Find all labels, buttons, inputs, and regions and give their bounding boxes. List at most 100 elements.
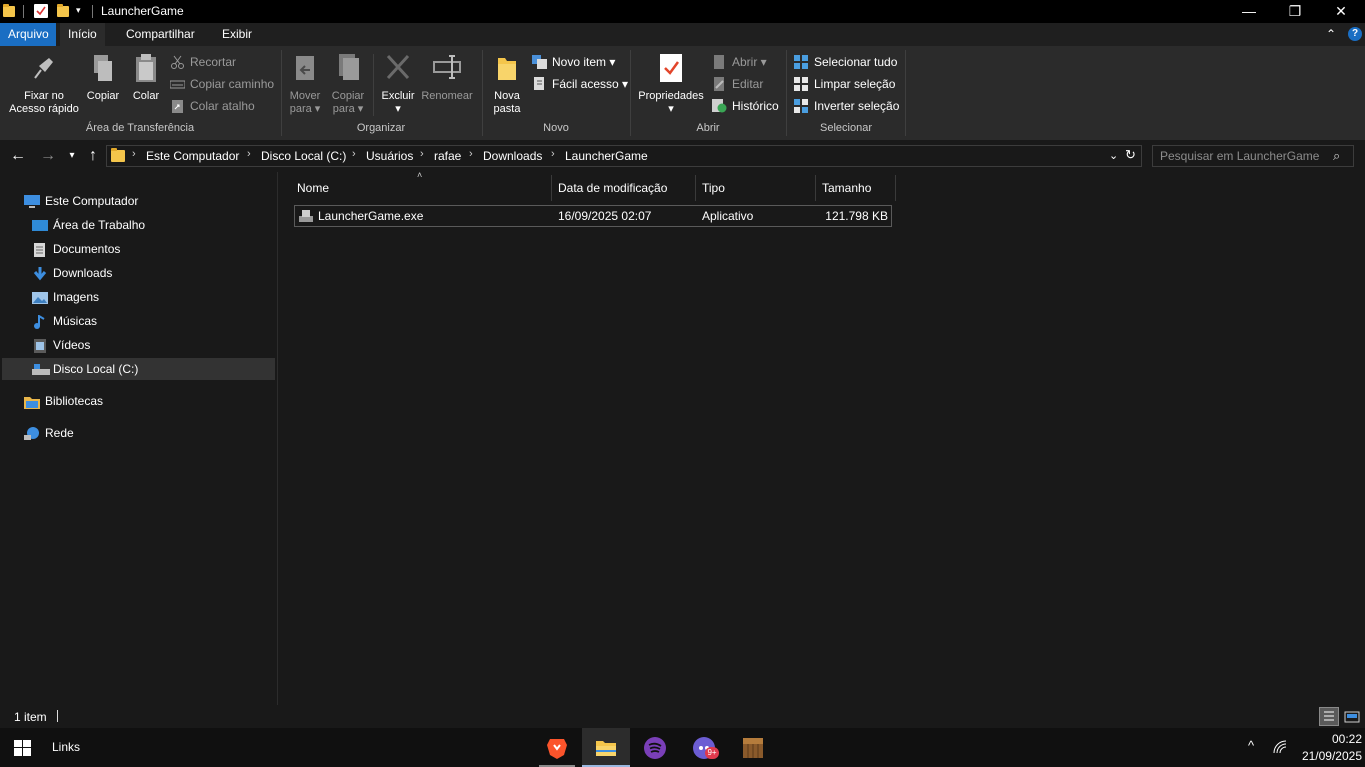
tab-exibir[interactable]: Exibir xyxy=(214,23,260,46)
restore-button[interactable]: ❐ xyxy=(1272,0,1318,23)
sidebar-item-disco-local[interactable]: Disco Local (C:) xyxy=(2,358,275,380)
show-hidden-icons-chevron-icon[interactable]: ^ xyxy=(1248,738,1254,753)
forward-arrow-icon: → xyxy=(40,147,56,164)
sidebar-item-imagens[interactable]: Imagens xyxy=(30,286,275,308)
select-none-button[interactable]: Limpar seleção xyxy=(794,75,895,93)
tab-inicio[interactable]: Início xyxy=(60,23,105,46)
breadcrumb-usuarios[interactable]: Usuários xyxy=(366,149,413,163)
sidebar-item-videos[interactable]: Vídeos xyxy=(30,334,275,356)
breadcrumb-separator-icon[interactable]: › xyxy=(352,148,356,160)
delete-button[interactable]: Excluir ▾ xyxy=(378,52,418,116)
breadcrumb-rafae[interactable]: rafae xyxy=(434,149,461,163)
edit-button[interactable]: Editar xyxy=(712,75,763,93)
search-input[interactable] xyxy=(1160,149,1330,163)
select-all-button[interactable]: Selecionar tudo xyxy=(794,53,897,71)
clock-time[interactable]: 00:22 xyxy=(1300,732,1362,746)
breadcrumb-separator-icon[interactable]: › xyxy=(247,148,251,160)
libraries-icon xyxy=(24,394,40,409)
easy-access-button[interactable]: Fácil acesso ▾ xyxy=(532,75,628,93)
sidebar-item-label: Documentos xyxy=(53,242,121,256)
forward-button[interactable]: → xyxy=(38,146,58,166)
breadcrumb-separator-icon[interactable]: › xyxy=(132,148,136,160)
copy-path-button[interactable]: Copiar caminho xyxy=(169,75,274,93)
folder-icon xyxy=(111,148,125,162)
address-bar[interactable]: › Este Computador › Disco Local (C:) › U… xyxy=(106,145,1142,167)
close-button[interactable]: ✕ xyxy=(1318,0,1364,23)
breadcrumb-downloads[interactable]: Downloads xyxy=(483,149,542,163)
paste-shortcut-button[interactable]: Colar atalho xyxy=(170,97,255,115)
taskbar-minecraft[interactable] xyxy=(729,728,777,767)
breadcrumb-separator-icon[interactable]: › xyxy=(551,148,555,160)
collapse-ribbon-icon[interactable]: ⌃ xyxy=(1326,27,1336,41)
paste-button[interactable]: Colar xyxy=(127,52,165,103)
pin-quick-access-button[interactable]: Fixar no Acesso rápido xyxy=(6,52,82,116)
sidebar-item-musicas[interactable]: Músicas xyxy=(30,310,275,332)
sidebar-item-bibliotecas[interactable]: Bibliotecas xyxy=(22,390,272,412)
move-to-label: Mover para ▾ xyxy=(289,90,321,115)
refresh-icon[interactable]: ↻ xyxy=(1125,147,1136,163)
column-header-type[interactable]: Tipo xyxy=(696,175,815,201)
properties-button[interactable]: Propriedades ▾ xyxy=(636,52,706,116)
divider xyxy=(57,710,58,722)
taskbar-discord[interactable]: 9+ xyxy=(680,728,728,767)
copy-button[interactable]: Copiar xyxy=(84,52,122,103)
invert-selection-button[interactable]: Inverter seleção xyxy=(794,97,899,115)
sidebar-item-rede[interactable]: Rede xyxy=(22,422,272,444)
taskbar-file-explorer[interactable] xyxy=(582,728,630,767)
start-button[interactable] xyxy=(14,740,31,756)
breadcrumb-separator-icon[interactable]: › xyxy=(469,148,473,160)
tab-compartilhar[interactable]: Compartilhar xyxy=(118,23,203,46)
sidebar-item-area-de-trabalho[interactable]: Área de Trabalho xyxy=(30,214,275,236)
new-item-button[interactable]: Novo item ▾ xyxy=(532,53,615,71)
new-folder-quick-icon[interactable] xyxy=(57,4,69,17)
organize-group-label: Organizar xyxy=(356,122,406,134)
network-tray-icon[interactable] xyxy=(1272,739,1288,755)
taskbar-spotify[interactable] xyxy=(631,728,679,767)
minimize-button[interactable]: — xyxy=(1226,0,1272,23)
sidebar-item-este-computador[interactable]: Este Computador xyxy=(22,190,272,212)
history-button[interactable]: Histórico xyxy=(712,97,779,115)
help-icon[interactable]: ? xyxy=(1348,27,1362,41)
file-size: 121.798 KB xyxy=(825,209,888,223)
file-type: Aplicativo xyxy=(702,209,754,223)
divider xyxy=(23,5,24,18)
select-group-label: Selecionar xyxy=(820,122,872,134)
sidebar-item-downloads[interactable]: Downloads xyxy=(30,262,275,284)
taskbar-brave[interactable] xyxy=(533,728,581,767)
divider xyxy=(373,54,374,116)
column-header-modified[interactable]: Data de modificação xyxy=(552,175,695,201)
clock-date[interactable]: 21/09/2025 xyxy=(1296,749,1362,763)
links-toolbar[interactable]: Links xyxy=(52,740,80,754)
breadcrumb-disco-local[interactable]: Disco Local (C:) xyxy=(261,149,346,163)
properties-quick-icon[interactable] xyxy=(34,4,48,18)
breadcrumb-separator-icon[interactable]: › xyxy=(420,148,424,160)
select-none-icon xyxy=(794,77,809,91)
breadcrumb-launchergame[interactable]: LauncherGame xyxy=(565,149,648,163)
column-divider[interactable] xyxy=(895,175,896,201)
details-view-button[interactable] xyxy=(1319,707,1339,726)
new-item-icon xyxy=(532,55,547,69)
move-to-button[interactable]: Mover para ▾ xyxy=(286,52,324,116)
copy-to-button[interactable]: Copiar para ▾ xyxy=(328,52,368,116)
sidebar-item-label: Músicas xyxy=(53,314,98,328)
cut-button[interactable]: Recortar xyxy=(170,53,236,71)
search-box[interactable]: ⌕ xyxy=(1152,145,1354,167)
back-button[interactable]: ← xyxy=(8,146,28,166)
address-history-chevron-icon[interactable]: ⌄ xyxy=(1109,149,1118,162)
search-icon[interactable]: ⌕ xyxy=(1333,148,1340,164)
item-count: 1 item xyxy=(14,710,47,724)
rename-button[interactable]: Renomear xyxy=(419,52,475,103)
breadcrumb-este-computador[interactable]: Este Computador xyxy=(146,149,239,163)
column-header-name[interactable]: Nome xyxy=(291,175,551,201)
new-folder-button[interactable]: Nova pasta xyxy=(488,52,526,116)
open-button[interactable]: Abrir ▾ xyxy=(712,53,767,71)
recent-locations-button[interactable]: ▾ xyxy=(62,146,82,166)
column-header-size[interactable]: Tamanho xyxy=(816,175,895,201)
pictures-icon xyxy=(32,290,48,304)
tab-arquivo[interactable]: Arquivo xyxy=(0,23,56,46)
table-row[interactable]: LauncherGame.exe 16/09/2025 02:07 Aplica… xyxy=(294,205,892,227)
customize-quick-access-icon[interactable]: ▾ xyxy=(76,5,81,16)
up-button[interactable]: ↑ xyxy=(83,146,103,166)
large-icons-view-button[interactable] xyxy=(1342,707,1362,726)
sidebar-item-documentos[interactable]: Documentos xyxy=(30,238,275,260)
